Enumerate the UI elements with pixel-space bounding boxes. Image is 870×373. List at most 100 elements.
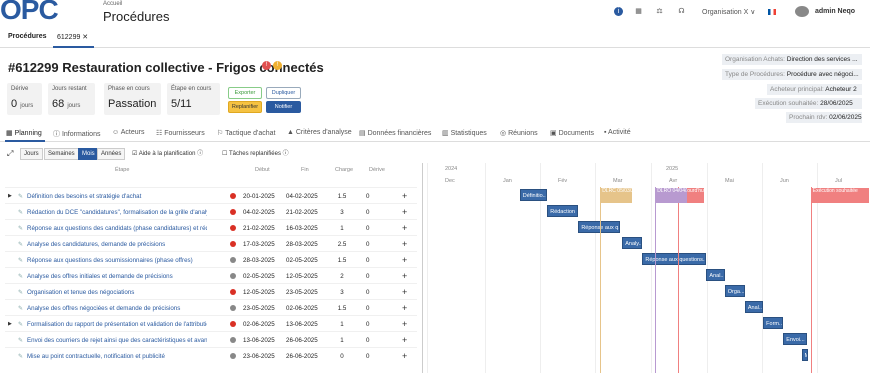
task-name[interactable]: Envoi des courriers de rejet ainsi que d… (27, 337, 207, 344)
table-row[interactable]: ✎ Analyse des offres initiales et demande… (5, 267, 417, 283)
edit-icon[interactable]: ✎ (18, 241, 23, 248)
help-planning-checkbox[interactable]: ☑ Aide à la planification ⓘ (132, 148, 203, 160)
user-name[interactable]: admin Neqo (815, 8, 855, 15)
task-name[interactable]: Rédaction du DCE "candidatures", formali… (27, 209, 207, 216)
nav-fournisseurs[interactable]: ☷ Fournisseurs (156, 129, 205, 137)
gantt-gridline (707, 163, 708, 373)
gantt-bar[interactable]: Anal... (706, 269, 725, 281)
task-name[interactable]: Formalisation du rapport de présentation… (27, 321, 207, 328)
nav-donnees-financieres[interactable]: ▤ Données financières (359, 129, 431, 137)
gantt-bar[interactable]: Définitio... (519, 189, 548, 201)
edit-icon[interactable]: ✎ (18, 337, 23, 344)
task-name[interactable]: Analyse des offres négociées et demande … (27, 305, 207, 312)
nav-informations[interactable]: ⓘ Informations (53, 129, 100, 139)
edit-icon[interactable]: ✎ (18, 305, 23, 312)
nav-criteres[interactable]: ▲ Critères d'analyse (287, 129, 352, 136)
task-name[interactable]: Mise au point contractuelle, notificatio… (27, 353, 207, 360)
expand-row-icon[interactable]: ▶ (8, 321, 12, 327)
export-button[interactable]: Exporter (228, 87, 262, 99)
table-row[interactable]: ✎ Rédaction du DCE "candidatures", formal… (5, 203, 417, 219)
kpi-label: Dérive (11, 86, 29, 92)
add-task-button[interactable]: + (402, 271, 407, 281)
task-start: 04-02-2025 (243, 209, 275, 216)
expand-row-icon[interactable]: ▶ (8, 193, 12, 199)
table-row[interactable]: ✎ Mise au point contractuelle, notificati… (5, 347, 417, 363)
status-dot (230, 337, 236, 343)
info-icon[interactable]: i (614, 7, 623, 16)
edit-icon[interactable]: ✎ (18, 209, 23, 216)
task-drift: 0 (366, 225, 370, 232)
gantt-bar[interactable]: Orga... (724, 285, 745, 297)
nav-reunions[interactable]: ◎ Réunions (500, 129, 538, 137)
table-row[interactable]: ✎ Analyse des offres négociées et demande… (5, 299, 417, 315)
table-row[interactable]: ✎ Organisation et tenue des négociations 1… (5, 283, 417, 299)
notify-button[interactable]: Notifier (266, 101, 301, 113)
add-task-button[interactable]: + (402, 319, 407, 329)
add-task-button[interactable]: + (402, 255, 407, 265)
gantt-bar[interactable]: Réponse aux questions... (642, 253, 707, 265)
edit-icon[interactable]: ✎ (18, 353, 23, 360)
month-label: Jan (503, 178, 512, 184)
add-task-button[interactable]: + (402, 303, 407, 313)
task-name[interactable]: Analyse des candidatures, demande de pré… (27, 241, 207, 248)
gantt-bar[interactable]: Rédaction ... (547, 205, 579, 217)
replan-button[interactable]: Replanifier (228, 101, 262, 113)
milestone-label[interactable]: DLRO 04/04/2025 (655, 188, 688, 203)
table-row[interactable]: ✎ Réponse aux questions des candidats (ph… (5, 219, 417, 235)
organisation-select[interactable]: Organisation X ∨ (702, 8, 755, 16)
table-row[interactable]: ▶ ✎ Formalisation du rapport de présentati… (5, 315, 417, 331)
add-task-button[interactable]: + (402, 287, 407, 297)
nav-statistiques[interactable]: ▥ Statistiques (442, 129, 487, 137)
nav-documents[interactable]: ▣ Documents (550, 129, 594, 137)
gantt-bar[interactable]: Analy... (622, 237, 643, 249)
milestone-label[interactable]: Exécution souhaitée (810, 188, 869, 203)
gantt-bar[interactable]: M (801, 349, 808, 361)
add-task-button[interactable]: + (402, 335, 407, 345)
edit-icon[interactable]: ✎ (18, 193, 23, 200)
tab-612299[interactable]: 612299 ✕ (57, 33, 88, 41)
flag-fr-icon[interactable] (768, 9, 776, 15)
milestone-label[interactable]: DLRC 05/03/2025 (600, 188, 633, 203)
table-row[interactable]: ▶ ✎ Définition des besoins et stratégie d'… (5, 187, 417, 203)
expand-icon[interactable]: ⤢ (7, 148, 13, 160)
edit-icon[interactable]: ✎ (18, 321, 23, 328)
app-logo[interactable]: OPC (0, 0, 59, 24)
edit-icon[interactable]: ✎ (18, 225, 23, 232)
view-weeks[interactable]: Semaines (44, 148, 79, 160)
replanned-tasks-checkbox[interactable]: ☐ Tâches replanifiées ⓘ (222, 148, 289, 160)
task-start: 17-03-2025 (243, 241, 275, 248)
breadcrumb[interactable]: Accueil (103, 1, 122, 7)
gantt-bar[interactable]: Form... (763, 317, 784, 329)
gantt-bar[interactable]: Envoi... (783, 333, 808, 345)
table-row[interactable]: ✎ Envoi des courriers de rejet ainsi que … (5, 331, 417, 347)
view-days[interactable]: Jours (20, 148, 43, 160)
table-row[interactable]: ✎ Analyse des candidatures, demande de pr… (5, 235, 417, 251)
edit-icon[interactable]: ✎ (18, 257, 23, 264)
nav-tactique[interactable]: ⚐ Tactique d'achat (217, 129, 275, 137)
task-name[interactable]: Définition des besoins et stratégie d'ac… (27, 193, 207, 200)
add-task-button[interactable]: + (402, 207, 407, 217)
add-task-button[interactable]: + (402, 191, 407, 201)
duplicate-button[interactable]: Dupliquer (266, 87, 301, 99)
add-task-button[interactable]: + (402, 223, 407, 233)
scale-icon[interactable]: ⚖ (655, 7, 664, 16)
add-task-button[interactable]: + (402, 239, 407, 249)
tab-procedures[interactable]: Procédures (8, 33, 47, 40)
view-years[interactable]: Années (97, 148, 126, 160)
table-row[interactable]: ✎ Réponse aux questions des soumissionnai… (5, 251, 417, 267)
task-name[interactable]: Analyse des offres initiales et demande … (27, 273, 207, 280)
nav-acteurs[interactable]: ☺ Acteurs (112, 129, 144, 136)
avatar[interactable] (795, 6, 809, 17)
view-months[interactable]: Mois (78, 148, 99, 160)
building-icon[interactable]: ▦ (634, 7, 643, 16)
task-name[interactable]: Organisation et tenue des négociations (27, 289, 207, 296)
task-name[interactable]: Réponse aux questions des candidats (pha… (27, 225, 207, 232)
nav-activite[interactable]: ▪ Activité (604, 129, 631, 136)
headset-icon[interactable]: ☊ (677, 7, 686, 16)
gantt-bar[interactable]: Anal... (744, 301, 764, 313)
edit-icon[interactable]: ✎ (18, 273, 23, 280)
nav-planning[interactable]: ▦ Planning (6, 129, 42, 137)
add-task-button[interactable]: + (402, 351, 407, 361)
edit-icon[interactable]: ✎ (18, 289, 23, 296)
task-name[interactable]: Réponse aux questions des soumissionnair… (27, 257, 207, 264)
